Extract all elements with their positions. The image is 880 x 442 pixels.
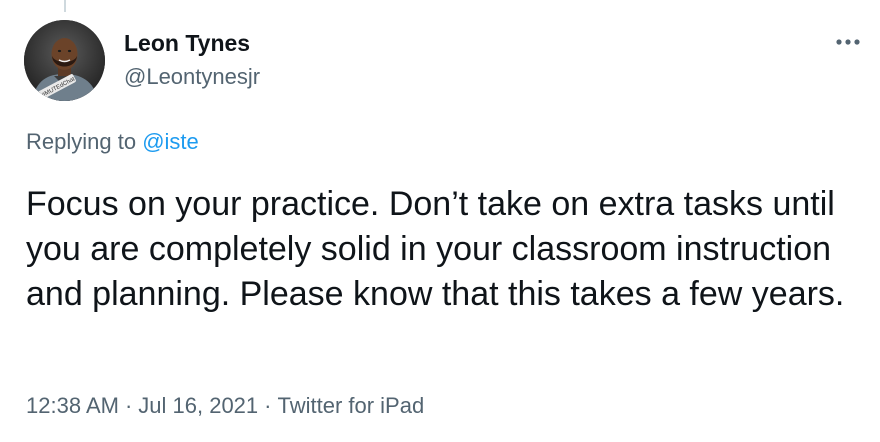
tweet-metadata: 12:38 AM · Jul 16, 2021 · Twitter for iPad (26, 392, 424, 420)
tweet-time-link[interactable]: 12:38 AM (26, 393, 119, 418)
replying-to-mention-link[interactable]: @iste (142, 129, 199, 154)
tweet-source-link[interactable]: Twitter for iPad (277, 393, 424, 418)
meta-separator: · (124, 393, 133, 418)
replying-to-label: Replying to (26, 129, 137, 154)
tweet-header: Leon Tynes @Leontynesjr (124, 30, 260, 90)
avatar[interactable]: #MUTEdChat (24, 20, 105, 101)
more-options-button[interactable] (832, 28, 864, 56)
avatar-photo: #MUTEdChat (24, 20, 105, 101)
ellipsis-horizontal-icon (836, 39, 860, 45)
author-handle[interactable]: @Leontynesjr (124, 64, 260, 90)
meta-separator: · (264, 393, 272, 418)
replying-to-line: Replying to @iste (26, 128, 199, 156)
tweet-date-link[interactable]: Jul 16, 2021 (138, 393, 258, 418)
thread-connector-line (64, 0, 66, 12)
author-display-name[interactable]: Leon Tynes (124, 30, 260, 56)
tweet-body-text: Focus on your practice. Don’t take on ex… (26, 185, 845, 313)
